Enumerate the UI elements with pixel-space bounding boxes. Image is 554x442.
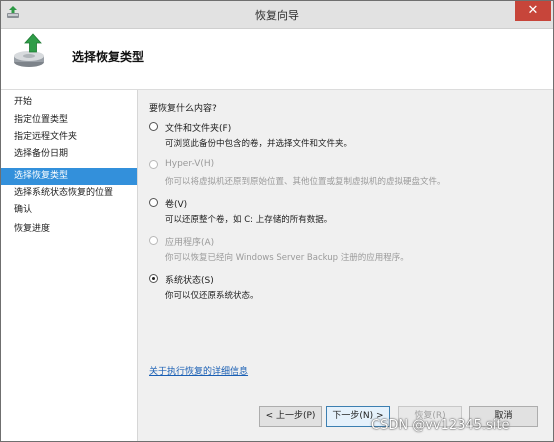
option-description: 你可以仅还原系统状态。	[165, 291, 259, 301]
recovery-wizard-window: 恢复向导 ✕ 选择恢复类型 开始 指定位置类型 指定远程文件夹 选择备份日期 选…	[0, 0, 554, 442]
option-label[interactable]: 文件和文件夹(F)	[165, 121, 231, 134]
wizard-content: 要恢复什么内容? 文件和文件夹(F) 可浏览此备份中包含的卷，并选择文件和文件夹…	[138, 90, 553, 441]
option-description: 可浏览此备份中包含的卷，并选择文件和文件夹。	[165, 139, 353, 149]
option-label[interactable]: 系统状态(S)	[165, 273, 214, 286]
radio-system-state[interactable]	[149, 274, 158, 283]
more-info-link[interactable]: 关于执行恢复的详细信息	[149, 364, 248, 377]
page-title: 选择恢复类型	[72, 50, 145, 64]
radio-applications	[149, 236, 158, 245]
step-confirm: 确认	[14, 205, 33, 215]
step-location-type: 指定位置类型	[14, 115, 69, 125]
option-description: 你可以将虚拟机还原到原始位置、其他位置或复制虚拟机的虚拟硬盘文件。	[165, 177, 446, 187]
option-label: Hyper-V(H)	[165, 159, 215, 169]
step-progress: 恢复进度	[14, 224, 51, 234]
option-label: 应用程序(A)	[165, 238, 215, 248]
step-system-state-location: 选择系统状态恢复的位置	[14, 188, 114, 198]
step-recovery-type: 选择恢复类型	[1, 168, 137, 185]
title-bar: 恢复向导 ✕	[1, 1, 553, 29]
radio-files-folders[interactable]	[149, 122, 158, 131]
radio-volume[interactable]	[149, 198, 158, 207]
step-remote-folder: 指定远程文件夹	[14, 132, 78, 142]
close-button[interactable]: ✕	[515, 1, 551, 21]
window-title: 恢复向导	[255, 9, 299, 22]
back-button[interactable]: < 上一步(P)	[259, 406, 322, 427]
radio-hyper-v	[149, 160, 158, 169]
option-label[interactable]: 卷(V)	[165, 197, 187, 210]
watermark: CSDN @vv12345.site	[371, 418, 510, 433]
wizard-steps-sidebar: 开始 指定位置类型 指定远程文件夹 选择备份日期 选择恢复类型 选择系统状态恢复…	[1, 90, 138, 441]
question-label: 要恢复什么内容?	[149, 104, 217, 114]
wizard-header: 选择恢复类型	[1, 29, 553, 90]
option-description: 可以还原整个卷，如 C: 上存储的所有数据。	[165, 215, 333, 225]
step-start: 开始	[14, 97, 33, 107]
option-description: 你可以恢复已经向 Windows Server Backup 注册的应用程序。	[165, 253, 409, 263]
backup-restore-icon	[14, 33, 44, 67]
step-backup-date: 选择备份日期	[14, 149, 69, 159]
